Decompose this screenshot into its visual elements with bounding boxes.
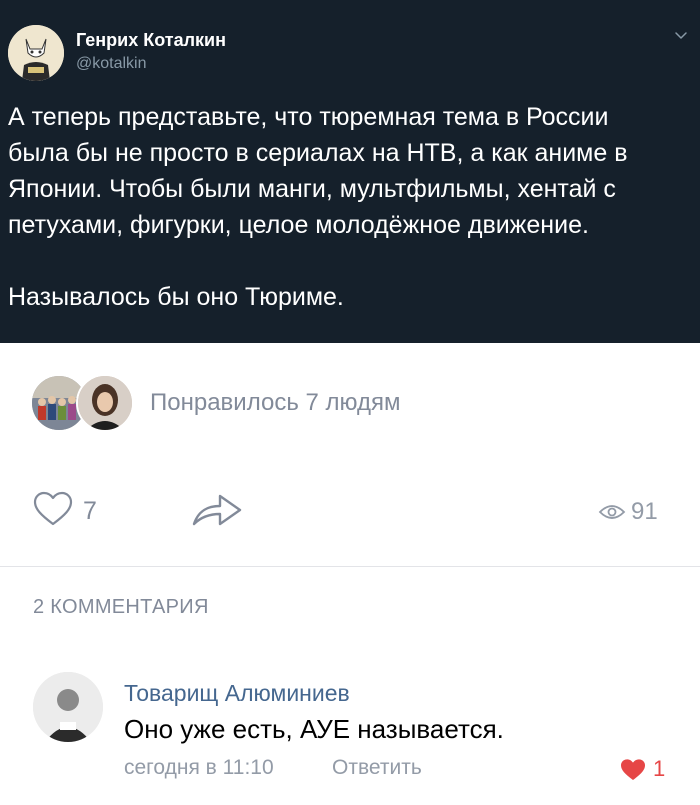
person-photo-icon: [78, 376, 132, 430]
comment-text: Оно уже есть, АУЕ называется.: [124, 714, 504, 744]
likers-avatars[interactable]: [30, 374, 140, 432]
embedded-tweet: Генрих Коталкин @kotalkin А теперь предс…: [0, 0, 700, 343]
share-button[interactable]: [190, 490, 244, 530]
views-counter: 91: [598, 495, 678, 529]
tweet-text: А теперь представьте, что тюремная тема …: [8, 103, 628, 311]
comment-author-name[interactable]: Товарищ Алюминиев: [124, 680, 350, 707]
eye-icon: [598, 505, 626, 519]
share-arrow-icon: [192, 494, 242, 526]
tweet-author-handle[interactable]: @kotalkin: [76, 55, 147, 73]
comment-like-count: 1: [653, 756, 666, 781]
comment-like-button[interactable]: 1: [619, 756, 679, 784]
heart-outline-icon: [33, 491, 73, 526]
heart-filled-icon: [621, 759, 645, 780]
like-count: 7: [83, 497, 97, 525]
like-button[interactable]: 7: [33, 488, 123, 532]
comment-author-avatar[interactable]: [33, 672, 103, 742]
person-avatar-icon: [33, 672, 103, 742]
comments-heading: 2 КОММЕНТАРИЯ: [33, 596, 209, 618]
tweet-author-name[interactable]: Генрих Коталкин: [76, 30, 226, 51]
chevron-down-icon[interactable]: [673, 28, 689, 44]
liker-avatar[interactable]: [76, 374, 134, 432]
tweet-avatar[interactable]: [8, 25, 64, 81]
divider: [0, 566, 700, 567]
liked-by-text[interactable]: Понравилось 7 людям: [150, 389, 401, 417]
reply-button[interactable]: Ответить: [332, 756, 422, 780]
views-count: 91: [631, 498, 658, 525]
comment-timestamp[interactable]: сегодня в 11:10: [124, 756, 274, 780]
cat-avatar-icon: [8, 25, 64, 81]
